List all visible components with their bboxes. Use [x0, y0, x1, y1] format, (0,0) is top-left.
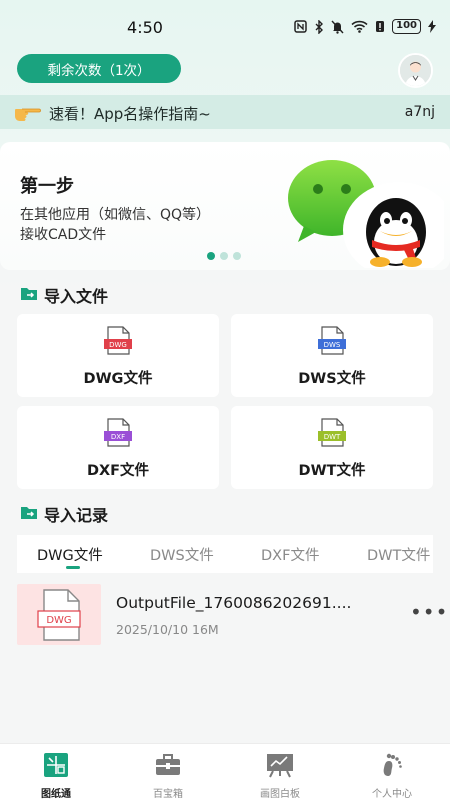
guide-banner[interactable]: 第一步 在其他应用（如微信、QQ等） 接收CAD文件 [0, 142, 450, 278]
svg-text:DXF: DXF [111, 433, 125, 441]
bluetooth-icon [314, 19, 324, 34]
svg-text:DWG: DWG [46, 615, 71, 626]
page-dot-3[interactable] [233, 252, 241, 260]
charging-icon [428, 20, 436, 33]
svg-text:DWG: DWG [109, 341, 127, 349]
page-dot-2[interactable] [220, 252, 228, 260]
tab-dws[interactable]: DWS文件 [150, 544, 214, 565]
alert-icon [375, 20, 385, 33]
wifi-icon [351, 20, 368, 33]
banner-page-indicator [207, 252, 241, 260]
blueprint-icon [43, 752, 69, 782]
mute-icon [331, 20, 344, 34]
record-meta: 2025/10/10 16M [116, 622, 219, 637]
import-files-title: 导入文件 [44, 287, 109, 306]
tab-dwt[interactable]: DWT文件 [367, 544, 430, 565]
import-files-heading: 导入文件 [20, 283, 108, 307]
more-options-icon[interactable]: ••• [410, 600, 448, 624]
import-dwt-label: DWT文件 [298, 463, 366, 479]
dws-file-icon: DWS [317, 326, 347, 359]
wechat-qq-illustration [284, 156, 450, 278]
nav-item-blueprint[interactable]: 图纸通 [0, 744, 112, 800]
import-records-heading: 导入记录 [20, 502, 108, 526]
footprint-icon [379, 752, 405, 782]
active-tab-indicator [66, 566, 80, 569]
status-time: 4:50 [127, 18, 163, 37]
import-records-title: 导入记录 [44, 506, 109, 525]
record-date: 2025/10/10 [116, 622, 189, 637]
import-dxf-card[interactable]: DXF DXF文件 [17, 406, 219, 489]
import-dwt-card[interactable]: DWT DWT文件 [231, 406, 433, 489]
dwg-file-large-icon: DWG [37, 588, 81, 641]
folder-records-icon [20, 505, 38, 524]
user-avatar-icon [400, 55, 431, 86]
records-tab-bar: DWG文件 DWS文件 DXF文件 DWT文件 [17, 535, 433, 573]
record-size: 16M [192, 622, 219, 637]
nav-label-toolbox: 百宝箱 [153, 789, 183, 800]
dxf-file-icon: DXF [103, 418, 133, 451]
nav-label-whiteboard: 画图白板 [260, 789, 300, 800]
import-dws-label: DWS文件 [298, 371, 366, 387]
import-dwg-card[interactable]: DWG DWG文件 [17, 314, 219, 397]
nav-label-blueprint: 图纸通 [41, 789, 71, 800]
import-dws-card[interactable]: DWS DWS文件 [231, 314, 433, 397]
banner-text-line2: 接收CAD文件 [20, 227, 107, 243]
notice-code: a7nj [404, 104, 435, 120]
status-icons: 100 [294, 19, 436, 34]
page-dot-1[interactable] [207, 252, 215, 260]
dwt-file-icon: DWT [317, 418, 347, 451]
import-dwg-label: DWG文件 [83, 371, 153, 387]
record-file-name: OutputFile_1760086202691.... [116, 594, 352, 612]
nav-item-profile[interactable]: 个人中心 [336, 744, 448, 800]
banner-text-line1: 在其他应用（如微信、QQ等） [20, 207, 211, 223]
remaining-count-button[interactable]: 剩余次数（1次） [17, 54, 181, 83]
import-dxf-label: DXF文件 [86, 463, 150, 479]
avatar[interactable] [398, 53, 433, 88]
nav-item-whiteboard[interactable]: 画图白板 [224, 744, 336, 800]
pointing-hand-icon [14, 97, 42, 129]
notice-bar[interactable]: 速看！App名操作指南~ a7nj [0, 95, 450, 129]
svg-text:DWS: DWS [324, 341, 341, 349]
bottom-navigation: 图纸通 百宝箱 画图白板 个人中心 [0, 743, 450, 800]
svg-text:DWT: DWT [324, 433, 341, 441]
banner-title: 第一步 [20, 176, 74, 197]
nav-label-profile: 个人中心 [372, 789, 412, 800]
status-bar: 4:50 100 [0, 0, 450, 52]
toolbox-icon [154, 752, 182, 782]
notice-text: 速看！App名操作指南~ [49, 105, 211, 123]
record-list-item[interactable]: DWG OutputFile_1760086202691.... 2025/10… [0, 578, 450, 650]
folder-import-icon [20, 286, 38, 305]
battery-indicator: 100 [392, 19, 421, 34]
tab-dwg[interactable]: DWG文件 [37, 544, 103, 565]
nav-item-toolbox[interactable]: 百宝箱 [112, 744, 224, 800]
dwg-file-icon: DWG [103, 326, 133, 359]
tab-dxf[interactable]: DXF文件 [261, 544, 319, 565]
nfc-icon [294, 20, 307, 33]
record-thumbnail: DWG [17, 584, 101, 645]
whiteboard-icon [265, 752, 295, 782]
